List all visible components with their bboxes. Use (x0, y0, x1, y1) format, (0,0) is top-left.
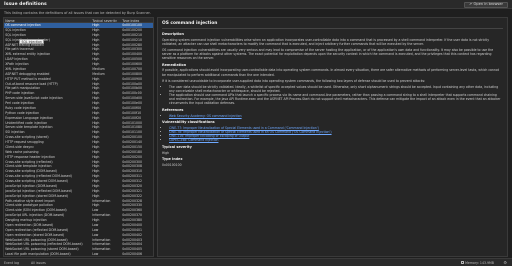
remediation-heading: Remediation (162, 62, 187, 67)
open-in-browser-label: Open in browser (473, 2, 503, 7)
severity-value: High (162, 150, 170, 155)
column-header-type-index[interactable]: Type index (121, 18, 153, 22)
table-body: OS command injection High 0x00100100 SQL in… (4, 23, 153, 256)
description-heading: Description (162, 32, 184, 36)
description-paragraph: Operating system command injection vulne… (162, 37, 490, 46)
remediation-bullet: The application should use command APIs … (169, 93, 503, 106)
issue-title: OS command injection (162, 21, 218, 26)
remediation-bullets: The user data should be strictly validat… (169, 85, 503, 106)
reference-link[interactable]: Web Security Academy: OS command injecti… (169, 114, 503, 118)
references-list: Web Security Academy: OS command injecti… (169, 114, 503, 118)
remediation-bullet: The user data should be strictly validat… (169, 85, 503, 93)
row-tooltip: SQL injection (19, 39, 45, 44)
title-bar: Issue definitions ↗ Open in browser (0, 0, 512, 9)
open-in-browser-button[interactable]: ↗ Open in browser (463, 1, 508, 8)
classification-link[interactable]: CAPEC-248: Command Injection (169, 138, 503, 142)
window-title: Issue definitions (4, 1, 47, 7)
remediation-paragraph: If it is considered unavoidable to incor… (162, 78, 426, 83)
page-subtitle: This listing contains the definitions of… (4, 11, 151, 15)
type-index-value: 0x00100100 (162, 162, 182, 167)
remediation-paragraph: If possible, applications should avoid i… (162, 68, 499, 77)
issue-definitions-table[interactable]: Name Typical severity Type index OS comm… (3, 17, 154, 257)
classifications-list: CWE-77: Improper Neutralization of Speci… (169, 126, 503, 143)
gear-icon[interactable]: ⚙ (503, 260, 507, 265)
memory-indicator: Memory: 143.9MB (460, 260, 494, 265)
description-paragraph: OS command injection vulnerabilities are… (162, 47, 494, 61)
divider (162, 28, 503, 29)
classifications-heading: Vulnerability classifications (162, 120, 215, 125)
event-log-tab[interactable]: Event log (4, 261, 19, 265)
type-index-heading: Type index (162, 157, 183, 162)
external-link-icon: ↗ (468, 2, 472, 7)
issue-detail-pane: OS command injection Description Operati… (157, 17, 508, 257)
memory-text: Memory: 143.9MB (465, 260, 494, 265)
column-header-severity[interactable]: Typical severity (91, 18, 121, 22)
references-heading: References (162, 108, 184, 113)
column-header-name[interactable]: Name (4, 18, 91, 22)
all-issues-tab[interactable]: All issues (31, 261, 46, 265)
memory-icon (460, 261, 464, 265)
status-bar: Event log All issues Memory: 143.9MB ⚙ (0, 258, 512, 266)
severity-heading: Typical severity (162, 145, 192, 150)
